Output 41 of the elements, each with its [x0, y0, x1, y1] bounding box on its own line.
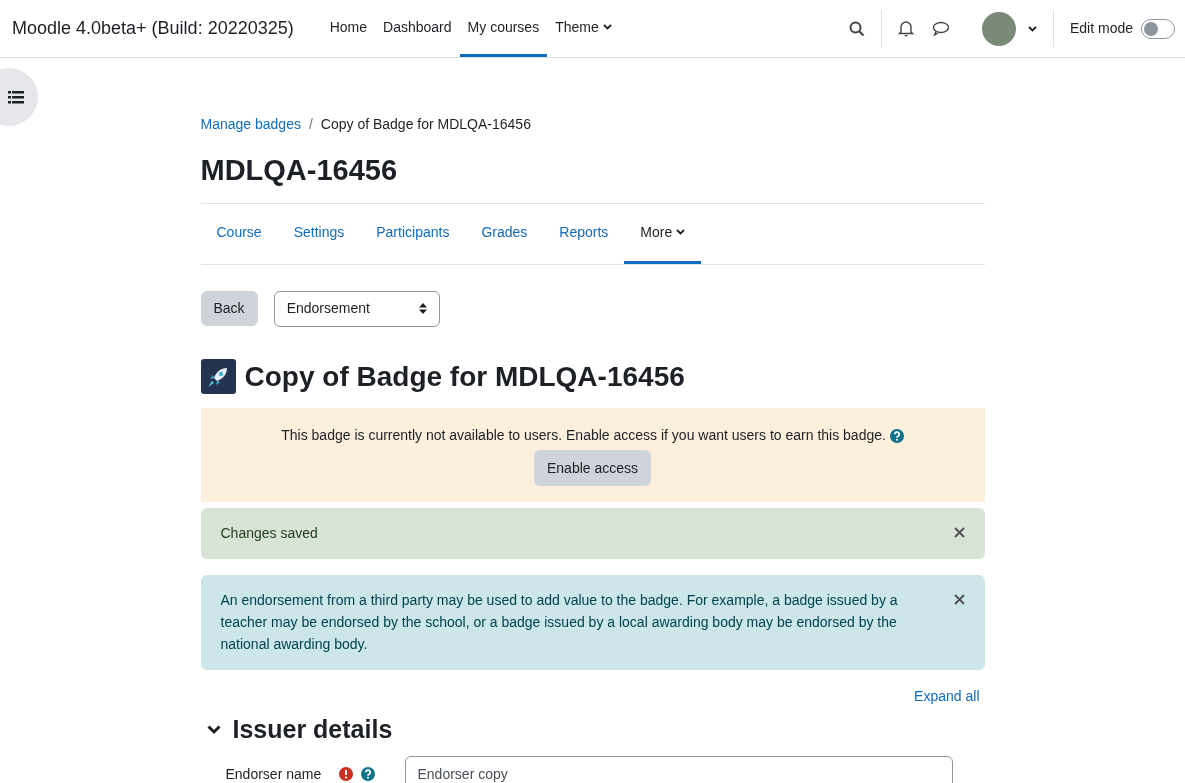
- course-tab[interactable]: Participants: [360, 203, 466, 264]
- page-select[interactable]: Endorsement: [273, 290, 440, 327]
- breadcrumb-current: Copy of Badge for MDLQA-16456: [320, 115, 531, 134]
- close-icon[interactable]: [953, 593, 965, 605]
- course-tab[interactable]: More: [624, 203, 702, 264]
- sort-arrows-icon: [418, 303, 427, 314]
- alert-message: This badge is currently not available to users. Enable access if you want users to earn this badge.: [281, 426, 886, 443]
- breadcrumb-separator: /: [308, 115, 313, 134]
- alert-message: Changes saved: [220, 524, 319, 544]
- help-icon[interactable]: [889, 428, 904, 443]
- course-tab[interactable]: Reports: [543, 203, 625, 264]
- edit-mode-label: Edit mode: [1069, 19, 1133, 38]
- help-icon[interactable]: [361, 767, 376, 782]
- caret-icon: [1027, 26, 1037, 33]
- course-tab[interactable]: Settings: [277, 203, 361, 264]
- course-tab[interactable]: Grades: [465, 203, 544, 264]
- chat-bubble-icon[interactable]: [931, 21, 950, 36]
- list-icon: [8, 90, 24, 104]
- field-label: Endorser name: [225, 764, 322, 783]
- enable-access-button[interactable]: Enable access: [533, 449, 652, 487]
- alert-message: An endorsement from a third party may be used to add value to the badge. For example, a badge issued by a teacher may be endorsed by the school, or a badge issued by a local awarding body may be endorsed by the national awarding body.: [220, 590, 899, 655]
- user-avatar[interactable]: [981, 11, 1016, 46]
- nav-link[interactable]: Home: [321, 0, 376, 57]
- nav-link[interactable]: Dashboard: [375, 0, 460, 57]
- search-icon[interactable]: [848, 20, 865, 37]
- section-title: Issuer details: [232, 713, 393, 745]
- close-icon[interactable]: [953, 527, 965, 539]
- badge-title: Copy of Badge for MDLQA-16456: [244, 359, 685, 394]
- breadcrumb-link[interactable]: Manage badges: [200, 114, 301, 135]
- nav-link[interactable]: My courses: [459, 0, 548, 57]
- course-title: MDLQA-16456: [200, 153, 399, 188]
- course-tab[interactable]: Course: [200, 203, 278, 264]
- site-name: Moodle 4.0beta+ (Build: 20220325): [12, 17, 294, 40]
- back-button[interactable]: Back: [200, 291, 258, 326]
- nav-link[interactable]: Theme: [547, 0, 620, 57]
- text-field[interactable]: Endorser copy: [404, 756, 953, 783]
- rocket-badge-icon: [200, 359, 236, 394]
- expand-all-link[interactable]: Expand all: [914, 687, 980, 704]
- chevron-icon[interactable]: [206, 724, 221, 735]
- bell-icon[interactable]: [897, 20, 914, 37]
- edit-mode-toggle[interactable]: [1141, 18, 1175, 39]
